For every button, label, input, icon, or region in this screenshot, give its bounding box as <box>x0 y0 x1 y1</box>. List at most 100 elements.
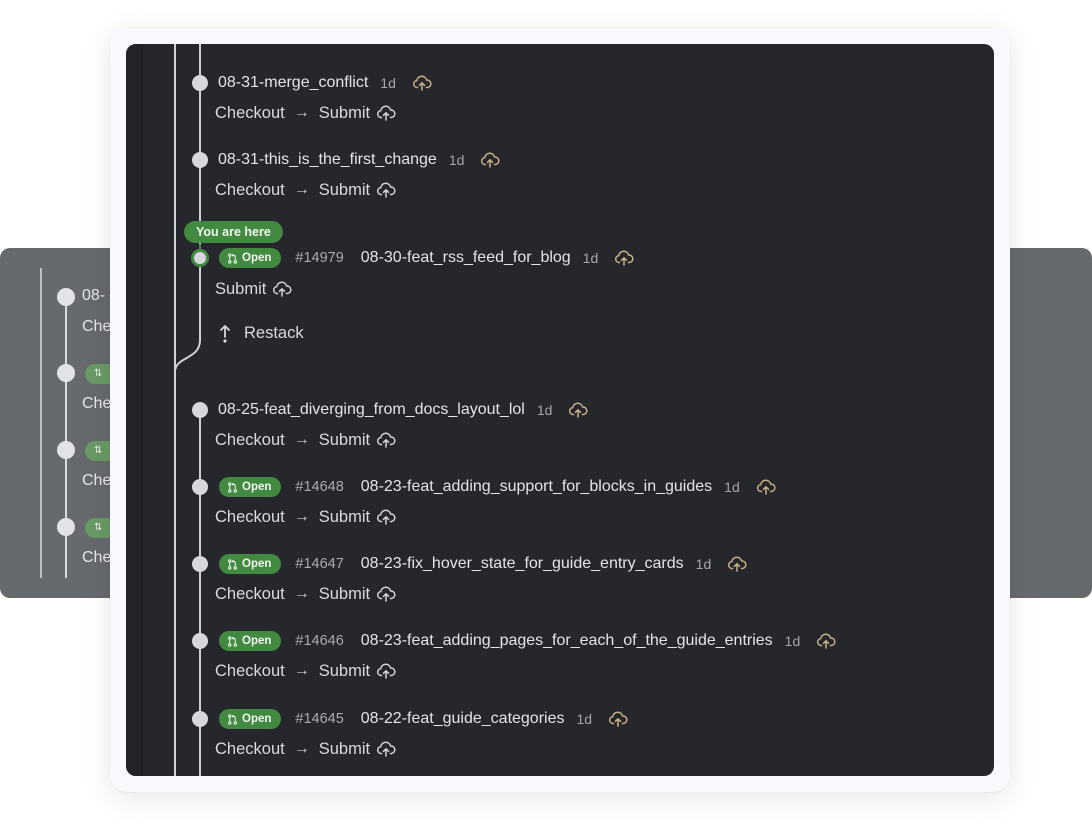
branch-node <box>192 75 208 91</box>
branch-name[interactable]: 08-23-feat_adding_pages_for_each_of_the_… <box>361 632 773 650</box>
branch-age: 1d <box>536 402 553 418</box>
action-row: Checkout → Submit <box>215 581 396 607</box>
branch-row[interactable]: Open #14646 08-23-feat_adding_pages_for_… <box>218 628 836 654</box>
branch-row-current[interactable]: Open #14979 08-30-feat_rss_feed_for_blog… <box>218 245 634 271</box>
cloud-upload-icon[interactable] <box>756 479 776 495</box>
branch-name[interactable]: 08-22-feat_guide_categories <box>361 710 565 728</box>
pr-status-badge: Open <box>219 554 282 574</box>
submit-button[interactable]: Submit <box>319 104 370 123</box>
pr-status-badge: Open <box>219 631 282 651</box>
background-action: Che <box>82 318 112 335</box>
cloud-upload-icon[interactable] <box>614 250 634 266</box>
branch-row[interactable]: Open #14647 08-23-fix_hover_state_for_gu… <box>218 551 747 577</box>
branch-row[interactable]: 08-25-feat_diverging_from_docs_layout_lo… <box>218 397 588 423</box>
stack-panel: 08-31-merge_conflict 1d Checkout → Submi… <box>126 44 994 776</box>
git-pull-request-icon <box>228 252 237 264</box>
branch-name[interactable]: 08-25-feat_diverging_from_docs_layout_lo… <box>218 401 525 419</box>
arrow-right-icon: → <box>293 104 310 121</box>
arrow-right-icon: → <box>293 508 310 525</box>
branch-age: 1d <box>576 711 593 727</box>
pr-number[interactable]: #14648 <box>295 479 343 495</box>
pr-status-badge: Open <box>219 709 282 729</box>
pr-number[interactable]: #14647 <box>295 556 343 572</box>
background-branch-name: 08- <box>82 287 106 304</box>
checkout-button[interactable]: Checkout <box>215 181 285 200</box>
git-pull-request-icon <box>228 558 237 570</box>
submit-button[interactable]: Submit <box>319 585 370 604</box>
pr-status-label: Open <box>242 558 272 570</box>
branch-node <box>192 711 208 727</box>
checkout-button[interactable]: Checkout <box>215 662 285 681</box>
branch-node <box>192 633 208 649</box>
action-row: Checkout → Submit <box>215 100 396 126</box>
cloud-upload-icon[interactable] <box>376 432 396 448</box>
arrow-right-icon: → <box>293 662 310 679</box>
git-pull-request-icon <box>228 481 237 493</box>
background-action: Che <box>82 549 112 566</box>
checkout-button[interactable]: Checkout <box>215 508 285 527</box>
action-row: Submit <box>215 276 292 302</box>
submit-button[interactable]: Submit <box>319 431 370 450</box>
you-are-here-badge: You are here <box>184 221 283 243</box>
branch-node <box>192 402 208 418</box>
branch-age: 1d <box>380 75 396 91</box>
branch-age: 1d <box>448 152 465 168</box>
branch-row[interactable]: 08-31-this_is_the_first_change 1d <box>218 147 500 173</box>
pr-status-label: Open <box>242 635 272 647</box>
submit-button[interactable]: Submit <box>319 662 370 681</box>
submit-button[interactable]: Submit <box>319 740 370 759</box>
background-trunk-line <box>40 268 42 578</box>
action-row: Checkout → Submit <box>215 658 396 684</box>
checkout-button[interactable]: Checkout <box>215 740 285 759</box>
cloud-upload-icon[interactable] <box>376 741 396 757</box>
pr-number[interactable]: #14646 <box>295 633 343 649</box>
branch-node <box>192 152 208 168</box>
pr-number[interactable]: #14979 <box>295 250 343 266</box>
branch-name[interactable]: 08-23-fix_hover_state_for_guide_entry_ca… <box>361 555 684 573</box>
current-branch-node <box>191 249 209 267</box>
checkout-button[interactable]: Checkout <box>215 585 285 604</box>
background-node <box>57 518 75 536</box>
background-node <box>57 364 75 382</box>
branch-name[interactable]: 08-23-feat_adding_support_for_blocks_in_… <box>361 478 712 496</box>
branch-row[interactable]: Open #14645 08-22-feat_guide_categories … <box>218 706 628 732</box>
checkout-button[interactable]: Checkout <box>215 104 285 123</box>
branch-name[interactable]: 08-31-this_is_the_first_change <box>218 151 437 169</box>
cloud-upload-icon[interactable] <box>376 182 396 198</box>
cloud-upload-icon[interactable] <box>816 633 836 649</box>
restack-arrow-up-icon <box>218 323 232 343</box>
submit-button[interactable]: Submit <box>319 508 370 527</box>
cloud-upload-icon[interactable] <box>608 711 628 727</box>
cloud-upload-icon[interactable] <box>568 402 588 418</box>
cloud-upload-icon[interactable] <box>480 152 500 168</box>
checkout-button[interactable]: Checkout <box>215 431 285 450</box>
restack-button[interactable]: Restack <box>218 320 304 346</box>
submit-button[interactable]: Submit <box>319 181 370 200</box>
cloud-upload-icon[interactable] <box>272 281 292 297</box>
cloud-upload-icon[interactable] <box>376 663 396 679</box>
pr-number[interactable]: #14645 <box>295 711 343 727</box>
pr-status-label: Open <box>242 713 272 725</box>
stack-window-frame: 08-31-merge_conflict 1d Checkout → Submi… <box>110 28 1010 792</box>
cloud-upload-icon[interactable] <box>376 509 396 525</box>
branch-age: 1d <box>582 250 599 266</box>
branch-name[interactable]: 08-30-feat_rss_feed_for_blog <box>361 249 571 267</box>
background-stack-panel-right <box>1000 248 1092 598</box>
git-pull-request-icon <box>228 635 237 647</box>
git-pull-request-icon <box>228 713 237 725</box>
branch-node <box>192 479 208 495</box>
branch-row[interactable]: 08-31-merge_conflict 1d <box>218 70 432 96</box>
cloud-upload-icon[interactable] <box>727 556 747 572</box>
background-node <box>57 288 75 306</box>
arrow-right-icon: → <box>293 585 310 602</box>
cloud-upload-icon[interactable] <box>376 586 396 602</box>
pr-status-label: Open <box>242 481 272 493</box>
submit-button[interactable]: Submit <box>215 280 266 299</box>
branch-age: 1d <box>784 633 801 649</box>
cloud-upload-icon[interactable] <box>376 105 396 121</box>
cloud-upload-icon[interactable] <box>412 75 432 91</box>
branch-row[interactable]: Open #14648 08-23-feat_adding_support_fo… <box>218 474 776 500</box>
action-row: Checkout → Submit <box>215 177 396 203</box>
arrow-right-icon: → <box>293 181 310 198</box>
branch-name[interactable]: 08-31-merge_conflict <box>218 74 368 92</box>
